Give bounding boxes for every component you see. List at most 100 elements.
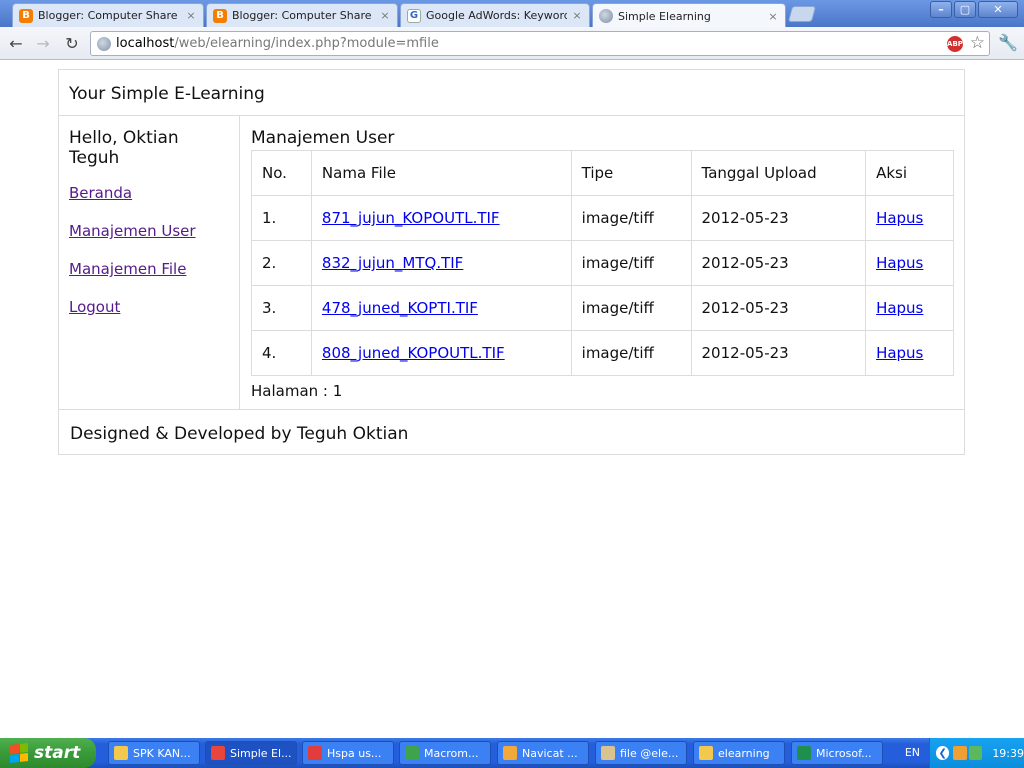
app-icon (503, 746, 517, 760)
close-icon[interactable]: × (571, 9, 583, 22)
close-icon[interactable]: × (767, 10, 779, 23)
address-bar[interactable]: localhost/web/elearning/index.php?module… (90, 31, 990, 56)
app-icon (699, 746, 713, 760)
table-row: 3. 478_juned_KOPTI.TIF image/tiff 2012-0… (251, 285, 954, 331)
table-row: 2. 832_jujun_MTQ.TIF image/tiff 2012-05-… (251, 240, 954, 286)
file-link[interactable]: 832_jujun_MTQ.TIF (322, 254, 463, 272)
windows-logo-icon (10, 743, 28, 763)
browser-tab-2[interactable]: B Blogger: Computer Share - Cre × (206, 3, 398, 27)
blogger-icon: B (19, 8, 33, 23)
column-header-type: Tipe (570, 150, 692, 196)
upload-date: 2012-05-23 (690, 285, 867, 331)
sidebar: Hello, Oktian Teguh Beranda Manajemen Us… (59, 116, 240, 410)
start-label: start (34, 743, 81, 763)
site-header: Your Simple E-Learning (59, 70, 964, 116)
app-icon (211, 746, 225, 760)
file-type: image/tiff (570, 240, 692, 286)
taskbar-button[interactable]: Microsof... (791, 741, 883, 765)
upload-date: 2012-05-23 (690, 330, 867, 376)
browser-tab-1[interactable]: B Blogger: Computer Share - All × (12, 3, 204, 27)
column-header-name: Nama File (310, 150, 572, 196)
show-hidden-icons-icon[interactable]: ❮ (936, 746, 950, 760)
nav-link-logout[interactable]: Logout (69, 298, 229, 316)
taskbar-button-label: Macrom... (424, 746, 479, 760)
upload-date: 2012-05-23 (690, 240, 867, 286)
browser-toolbar: ← → ↻ localhost/web/elearning/index.php?… (0, 27, 1024, 60)
files-table: No. Nama File Tipe Tanggal Upload Aksi 1… (251, 150, 954, 376)
tray-app-icon[interactable] (953, 746, 967, 760)
delete-link[interactable]: Hapus (876, 344, 923, 362)
system-tray: ❮ 19:39 (929, 738, 1024, 768)
reload-icon[interactable]: ↻ (62, 33, 82, 53)
blogger-icon: B (213, 8, 227, 23)
nav-link-manajemen-user[interactable]: Manajemen User (69, 222, 229, 240)
forward-arrow-icon[interactable]: → (33, 33, 53, 53)
row-number: 1. (251, 195, 312, 241)
site-main: Hello, Oktian Teguh Beranda Manajemen Us… (59, 116, 964, 410)
app-icon (405, 746, 419, 760)
taskbar-button[interactable]: Hspa us... (302, 741, 394, 765)
file-name-cell: 871_jujun_KOPOUTL.TIF (310, 195, 572, 241)
close-window-button[interactable]: ✕ (978, 1, 1018, 18)
maximize-button[interactable]: ▢ (954, 1, 976, 18)
google-icon: G (407, 8, 421, 23)
back-arrow-icon[interactable]: ← (6, 33, 26, 53)
taskbar-button-label: Navicat ... (522, 746, 578, 760)
row-number: 2. (251, 240, 312, 286)
close-icon[interactable]: × (379, 9, 391, 22)
app-icon (797, 746, 811, 760)
taskbar-button[interactable]: SPK KAN... (108, 741, 200, 765)
adblock-icon[interactable]: ABP (947, 36, 963, 52)
taskbar: start SPK KAN... Simple El... Hspa us... Ma… (0, 738, 1024, 768)
wrench-icon[interactable]: 🔧 (998, 33, 1018, 52)
window-controls: – ▢ ✕ (930, 1, 1018, 18)
app-icon (308, 746, 322, 760)
clock: 19:39 (992, 746, 1024, 760)
tab-title: Simple Elearning (618, 9, 711, 23)
column-header-action: Aksi (865, 150, 954, 196)
content-area: Manajemen User No. Nama File Tipe Tangga… (251, 128, 955, 400)
nav-link-beranda[interactable]: Beranda (69, 184, 229, 202)
taskbar-button[interactable]: Navicat ... (497, 741, 589, 765)
file-name-cell: 478_juned_KOPTI.TIF (310, 285, 572, 331)
bookmark-star-icon[interactable]: ☆ (970, 33, 985, 53)
file-link[interactable]: 808_juned_KOPOUTL.TIF (322, 344, 505, 362)
delete-link[interactable]: Hapus (876, 209, 923, 227)
action-cell: Hapus (865, 195, 954, 241)
file-link[interactable]: 871_jujun_KOPOUTL.TIF (322, 209, 500, 227)
tab-title: Google AdWords: Keyword Too (426, 9, 567, 22)
taskbar-button[interactable]: Simple El... (205, 741, 297, 765)
table-row: 4. 808_juned_KOPOUTL.TIF image/tiff 2012… (251, 330, 954, 376)
file-type: image/tiff (570, 195, 692, 241)
taskbar-button-label: file @ele... (620, 746, 679, 760)
start-button[interactable]: start (0, 738, 96, 768)
network-icon[interactable] (968, 746, 983, 760)
file-link[interactable]: 478_juned_KOPTI.TIF (322, 299, 478, 317)
globe-icon (599, 9, 613, 23)
taskbar-button-label: Simple El... (230, 746, 292, 760)
column-header-no: No. (251, 150, 312, 196)
new-tab-button[interactable] (787, 6, 817, 22)
delete-link[interactable]: Hapus (876, 254, 923, 272)
close-icon[interactable]: × (185, 9, 197, 22)
site-container: Your Simple E-Learning Hello, Oktian Teg… (58, 69, 965, 455)
file-name-cell: 808_juned_KOPOUTL.TIF (310, 330, 572, 376)
nav-link-manajemen-file[interactable]: Manajemen File (69, 260, 229, 278)
file-name-cell: 832_jujun_MTQ.TIF (310, 240, 572, 286)
file-type: image/tiff (570, 330, 692, 376)
table-row: 1. 871_jujun_KOPOUTL.TIF image/tiff 2012… (251, 195, 954, 241)
taskbar-button[interactable]: Macrom... (399, 741, 491, 765)
taskbar-button[interactable]: elearning (693, 741, 785, 765)
row-number: 4. (251, 330, 312, 376)
url-path: /web/elearning/index.php?module=mfile (174, 36, 439, 51)
browser-tab-4[interactable]: Simple Elearning × (592, 3, 786, 28)
tab-title: Blogger: Computer Share - All (38, 9, 181, 22)
taskbar-button[interactable]: file @ele... (595, 741, 687, 765)
greeting: Hello, Oktian Teguh (69, 128, 179, 168)
minimize-button[interactable]: – (930, 1, 952, 18)
taskbar-button-label: Hspa us... (327, 746, 382, 760)
table-header-row: No. Nama File Tipe Tanggal Upload Aksi (251, 150, 954, 196)
language-indicator[interactable]: EN (905, 746, 920, 759)
delete-link[interactable]: Hapus (876, 299, 923, 317)
browser-tab-3[interactable]: G Google AdWords: Keyword Too × (400, 3, 590, 27)
